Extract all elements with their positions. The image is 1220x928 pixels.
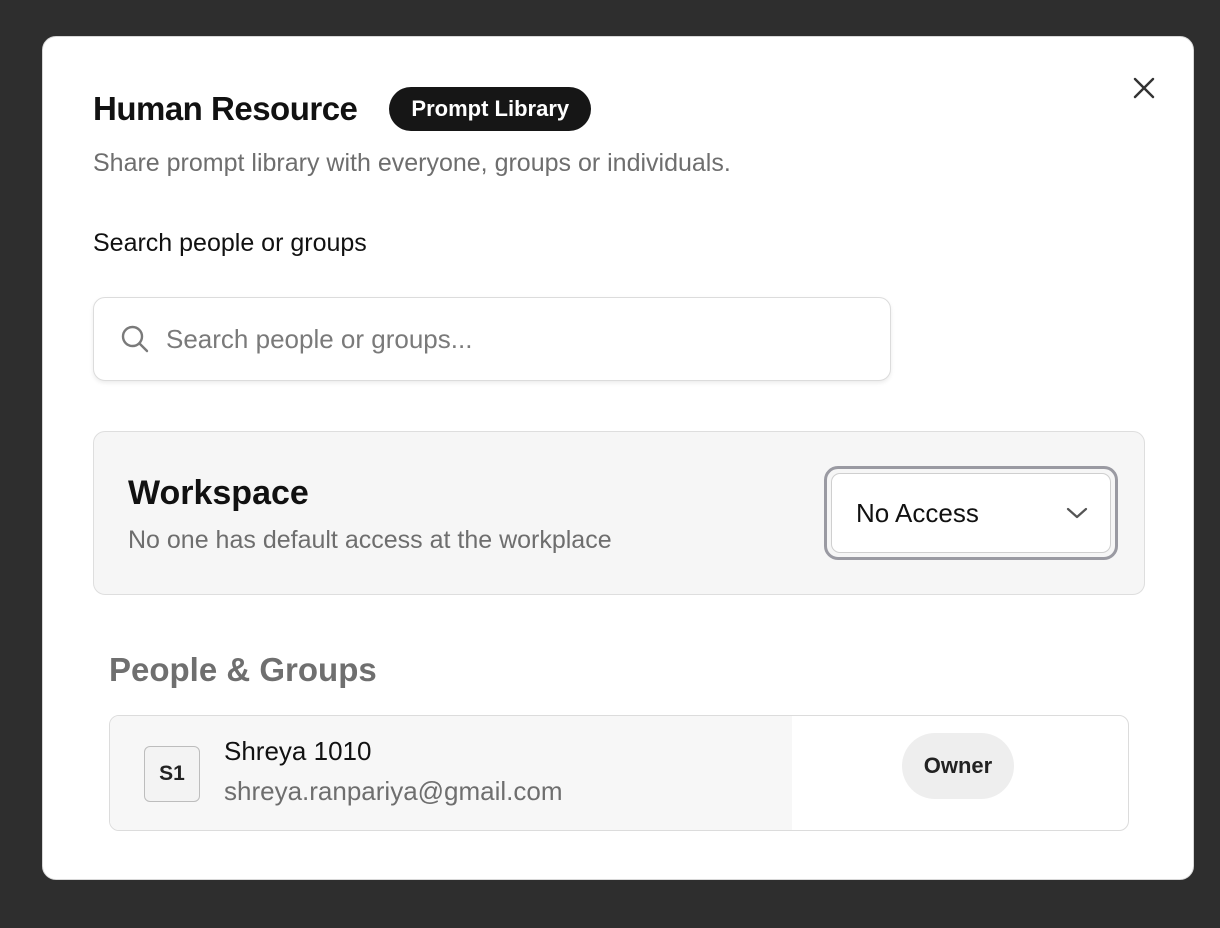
search-input[interactable]	[166, 323, 846, 355]
share-dialog: Human Resource Prompt Library Share prom…	[42, 36, 1194, 880]
member-email: shreya.ranpariya@gmail.com	[224, 776, 563, 806]
workspace-title: Workspace	[128, 474, 309, 512]
workspace-description: No one has default access at the workpla…	[128, 526, 612, 554]
search-box[interactable]	[93, 297, 891, 381]
member-name: Shreya 1010	[224, 736, 372, 766]
avatar: S1	[144, 746, 200, 802]
workspace-card: Workspace No one has default access at t…	[93, 431, 1145, 595]
workspace-access-focus-ring: No Access	[824, 466, 1118, 560]
prompt-library-badge: Prompt Library	[389, 87, 592, 131]
workspace-access-value: No Access	[856, 497, 979, 528]
close-icon[interactable]	[1132, 76, 1156, 100]
dialog-title: Human Resource	[93, 90, 358, 127]
workspace-access-dropdown[interactable]: No Access	[831, 473, 1111, 553]
member-row: S1 Shreya 1010 shreya.ranpariya@gmail.co…	[109, 715, 1129, 831]
dialog-header: Human Resource Prompt Library	[93, 87, 592, 131]
close-button[interactable]	[1129, 73, 1159, 103]
chevron-down-icon	[1066, 507, 1088, 519]
search-label: Search people or groups	[93, 229, 367, 257]
search-icon	[121, 325, 149, 353]
dialog-subtitle: Share prompt library with everyone, grou…	[93, 149, 731, 177]
member-role-button[interactable]: Owner	[902, 733, 1014, 799]
people-groups-title: People & Groups	[109, 651, 377, 688]
member-info: S1 Shreya 1010 shreya.ranpariya@gmail.co…	[110, 716, 792, 830]
